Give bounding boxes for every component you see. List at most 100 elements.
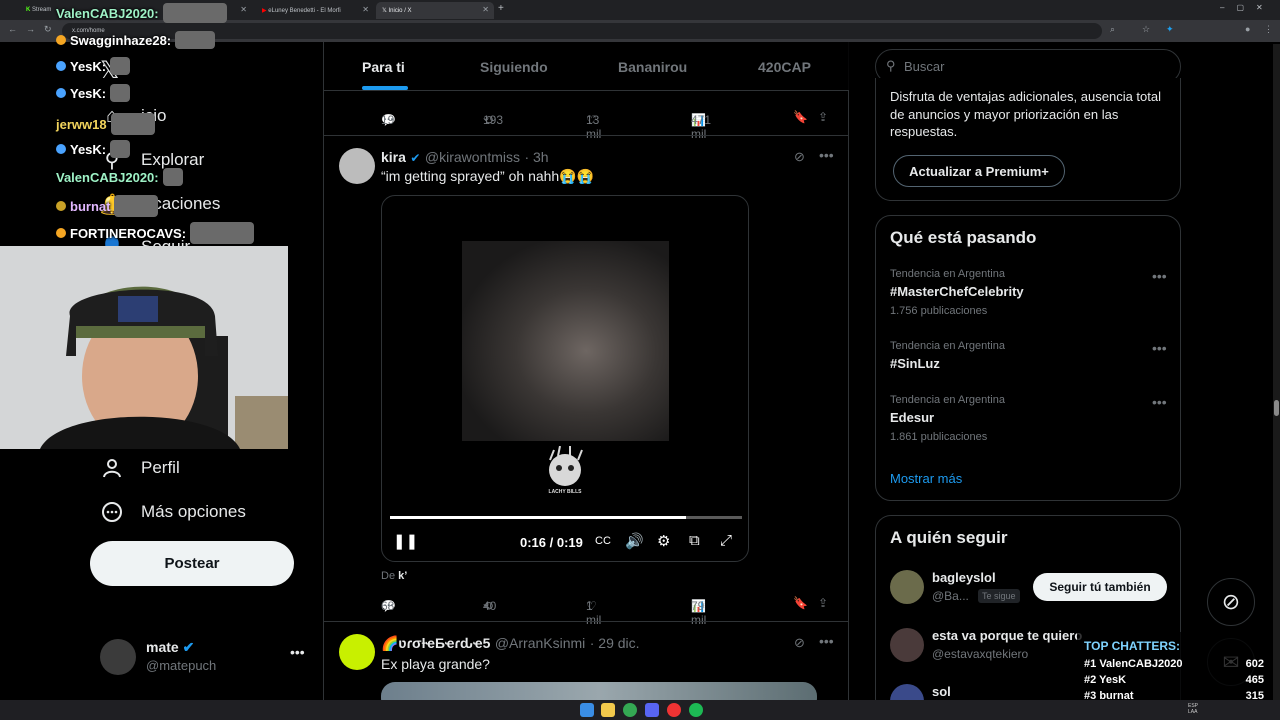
profile-name: mate ✔ (146, 639, 195, 655)
windows-start-icon[interactable] (580, 703, 594, 717)
reload-icon[interactable]: ↻ (44, 24, 52, 35)
tab-420cap[interactable]: 420CAP (758, 59, 811, 75)
trend-item[interactable]: Tendencia en Argentina #SinLuz ••• (890, 340, 1170, 371)
share-icon[interactable]: ⇪ (818, 110, 828, 124)
trend-item[interactable]: Tendencia en Argentina Edesur 1.861 publ… (890, 394, 1170, 443)
chat-message: YesK: (56, 57, 131, 75)
bookmark-icon[interactable]: 🔖 (793, 110, 808, 124)
tweet-actions: 💬 19 ⟲ 193 ♡ 13 mil 📊 471 mil 🔖 ⇪ (381, 110, 829, 141)
menu-icon[interactable]: ⋮ (1264, 24, 1273, 35)
more-dots-icon[interactable]: ••• (290, 644, 305, 660)
tab-bananirou[interactable]: Bananirou (618, 59, 687, 75)
premium-button[interactable]: Actualizar a Premium+ (893, 155, 1065, 187)
zoom-icon[interactable]: ⌕ (1110, 24, 1115, 35)
show-more-link[interactable]: Mostrar más (890, 471, 962, 486)
video-progress-bar[interactable] (390, 516, 742, 519)
youtube-icon: ▶ (262, 8, 267, 14)
settings-gear-icon[interactable]: ⚙ (657, 532, 670, 550)
tweet-image[interactable] (381, 682, 817, 700)
avatar[interactable] (890, 628, 924, 662)
spotify-icon[interactable] (689, 703, 703, 717)
pause-icon[interactable]: ❚❚ (393, 532, 418, 550)
chat-message: FORTINEROCAVS: (56, 222, 255, 244)
captions-icon[interactable]: CC (595, 535, 611, 547)
back-icon[interactable]: ← (8, 24, 17, 34)
tweet[interactable]: kira ✔ @kirawontmiss · 3h ⊘ ••• “im gett… (324, 136, 849, 627)
follows-you-badge: Te sigue (978, 589, 1020, 603)
tweet-text: “im getting sprayed” oh nahh😭😭 (381, 168, 595, 184)
tab-for-you[interactable]: Para ti (362, 59, 405, 75)
url-field[interactable]: x.com/home (62, 23, 1102, 39)
more-dots-icon[interactable]: ••• (1152, 268, 1167, 284)
page-scrollbar[interactable] (1273, 44, 1280, 700)
post-button[interactable]: Postear (90, 541, 294, 586)
grok-fab-icon[interactable]: ⊘ (1207, 578, 1255, 626)
discord-icon[interactable] (645, 703, 659, 717)
video-time: 0:16 / 0:19 (520, 535, 583, 550)
pip-icon[interactable]: ⧉ (689, 532, 700, 549)
grok-icon[interactable]: ⊘ (794, 635, 805, 651)
sidebar-item-more[interactable]: Más opciones (100, 496, 246, 528)
forward-icon[interactable]: → (26, 24, 35, 34)
more-dots-icon[interactable]: ••• (1152, 340, 1167, 356)
verified-icon: ✔ (182, 639, 195, 655)
avatar[interactable] (339, 634, 375, 670)
app-icon[interactable] (667, 703, 681, 717)
grok-icon[interactable]: ⊘ (794, 149, 805, 165)
sidebar-item-profile[interactable]: Perfil (100, 452, 180, 484)
premium-text: Disfruta de ventajas adicionales, ausenc… (890, 89, 1161, 139)
follow-title: A quién seguir (890, 528, 1008, 547)
chrome-icon[interactable] (623, 703, 637, 717)
video-watermark-logo: LACHY BILLS (540, 445, 590, 506)
close-tab-icon[interactable]: ✕ (482, 5, 489, 14)
feed-tabs: Para ti Siguiendo Bananirou 420CAP (324, 42, 849, 91)
chat-emote (175, 31, 216, 49)
account-switcher[interactable]: mate ✔ @matepuch ••• (100, 636, 310, 680)
streamer-webcam-image (0, 246, 288, 449)
chat-emote (110, 84, 131, 102)
chat-message: YesK: (56, 84, 131, 102)
browser-tab[interactable]: ▶ eLuney Benedetti - El Morfi ✕ (256, 2, 374, 19)
extension-icon[interactable]: ✦ (1166, 24, 1174, 35)
verified-icon: ✔ (410, 151, 421, 165)
tweet-header: 🌈ʋɾσƚҽƂҽɾԃҽ5 @ArranKsinmi · 29 dic. (381, 635, 640, 651)
share-icon[interactable]: ⇪ (818, 596, 828, 610)
window-controls[interactable]: –▢✕ (1220, 3, 1275, 12)
profile-avatar-icon[interactable]: ● (1245, 24, 1250, 34)
avatar[interactable] (890, 570, 924, 604)
chat-badge-icon (56, 61, 66, 71)
video-watermark: LACHY BILLS (548, 489, 582, 495)
volume-icon[interactable]: 🔊 (625, 532, 644, 550)
scrollbar-thumb[interactable] (1274, 400, 1279, 416)
close-tab-icon[interactable]: ✕ (240, 5, 247, 14)
avatar (100, 639, 136, 675)
fullscreen-icon[interactable]: ⤢ (720, 532, 732, 549)
video-player[interactable]: LACHY BILLS ❚❚ 0:16 / 0:19 CC 🔊 ⚙ ⧉ ⤢ (381, 195, 749, 562)
chat-message: burnat (56, 195, 159, 217)
more-dots-icon[interactable]: ••• (819, 147, 834, 163)
more-dots-icon[interactable]: ••• (1152, 394, 1167, 410)
language-indicator[interactable]: ESP LAA (1188, 703, 1202, 715)
follow-button[interactable]: Seguir tú también (1033, 573, 1167, 601)
chat-badge-icon (56, 201, 66, 211)
browser-tab-active[interactable]: 𝕏 Inicio / X ✕ (376, 2, 494, 19)
chat-emote (162, 3, 227, 23)
tweet[interactable]: 🌈ʋɾσƚҽƂҽɾԃҽ5 @ArranKsinmi · 29 dic. ⊘ ••… (324, 622, 849, 700)
new-tab-icon[interactable]: + (498, 3, 504, 14)
avatar[interactable] (339, 148, 375, 184)
chat-emote (110, 57, 131, 75)
person-icon (100, 456, 124, 480)
chat-message: ValenCABJ2020: (56, 3, 227, 23)
bookmark-icon[interactable]: 🔖 (793, 596, 808, 610)
kick-icon: K (26, 7, 31, 13)
more-dots-icon[interactable]: ••• (819, 633, 834, 649)
trend-item[interactable]: Tendencia en Argentina #MasterChefCelebr… (890, 268, 1170, 317)
follow-suggestion[interactable]: bagleyslol @Ba... Te sigue Seguir tú tam… (890, 570, 1170, 610)
tab-following[interactable]: Siguiendo (480, 59, 548, 75)
chat-badge-icon (56, 35, 66, 45)
close-tab-icon[interactable]: ✕ (362, 5, 369, 14)
bookmark-star-icon[interactable]: ☆ (1142, 24, 1150, 35)
file-explorer-icon[interactable] (601, 703, 615, 717)
tweet-text: Ex playa grande? (381, 656, 490, 672)
chat-emote (162, 168, 183, 186)
